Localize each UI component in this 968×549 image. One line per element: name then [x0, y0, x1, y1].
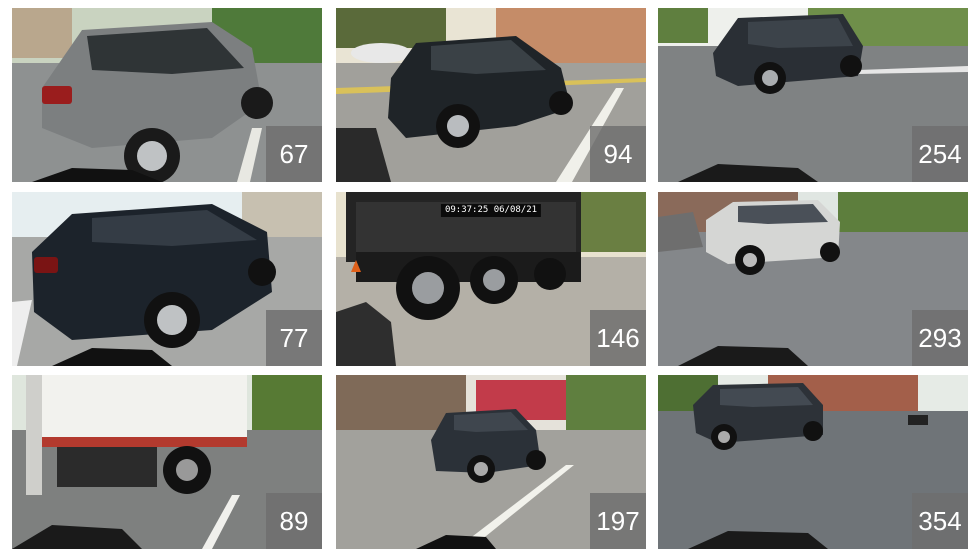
- frame-number-badge: 146: [590, 310, 646, 366]
- frame-tile-6: 293: [658, 192, 968, 366]
- frame-tile-9: 354: [658, 375, 968, 549]
- frame-number-badge: 293: [912, 310, 968, 366]
- frame-number-badge: 67: [266, 126, 322, 182]
- timestamp-overlay: 09:37:25 06/08/21: [440, 204, 542, 217]
- frame-number-badge: 77: [266, 310, 322, 366]
- frame-number-badge: 254: [912, 126, 968, 182]
- frame-number-badge: 89: [266, 493, 322, 549]
- frame-tile-7: 89: [12, 375, 322, 549]
- frame-tile-5: 09:37:25 06/08/21 146: [336, 192, 646, 366]
- frame-tile-8: 197: [336, 375, 646, 549]
- frame-number-badge: 94: [590, 126, 646, 182]
- frame-number-badge: 354: [912, 493, 968, 549]
- frame-tile-4: 77: [12, 192, 322, 366]
- frame-tile-1: 67: [12, 8, 322, 182]
- frame-tile-3: 254: [658, 8, 968, 182]
- frame-tile-2: 94: [336, 8, 646, 182]
- frame-number-badge: 197: [590, 493, 646, 549]
